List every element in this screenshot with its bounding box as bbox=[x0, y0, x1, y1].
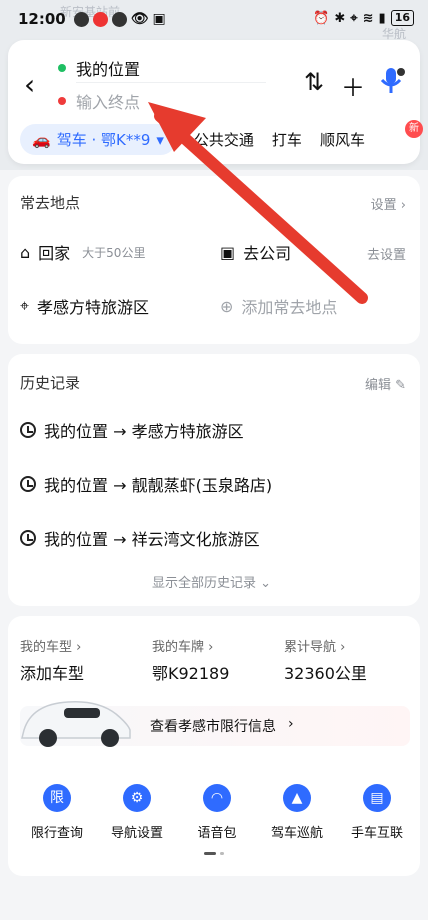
annotation-arrow bbox=[148, 102, 368, 304]
